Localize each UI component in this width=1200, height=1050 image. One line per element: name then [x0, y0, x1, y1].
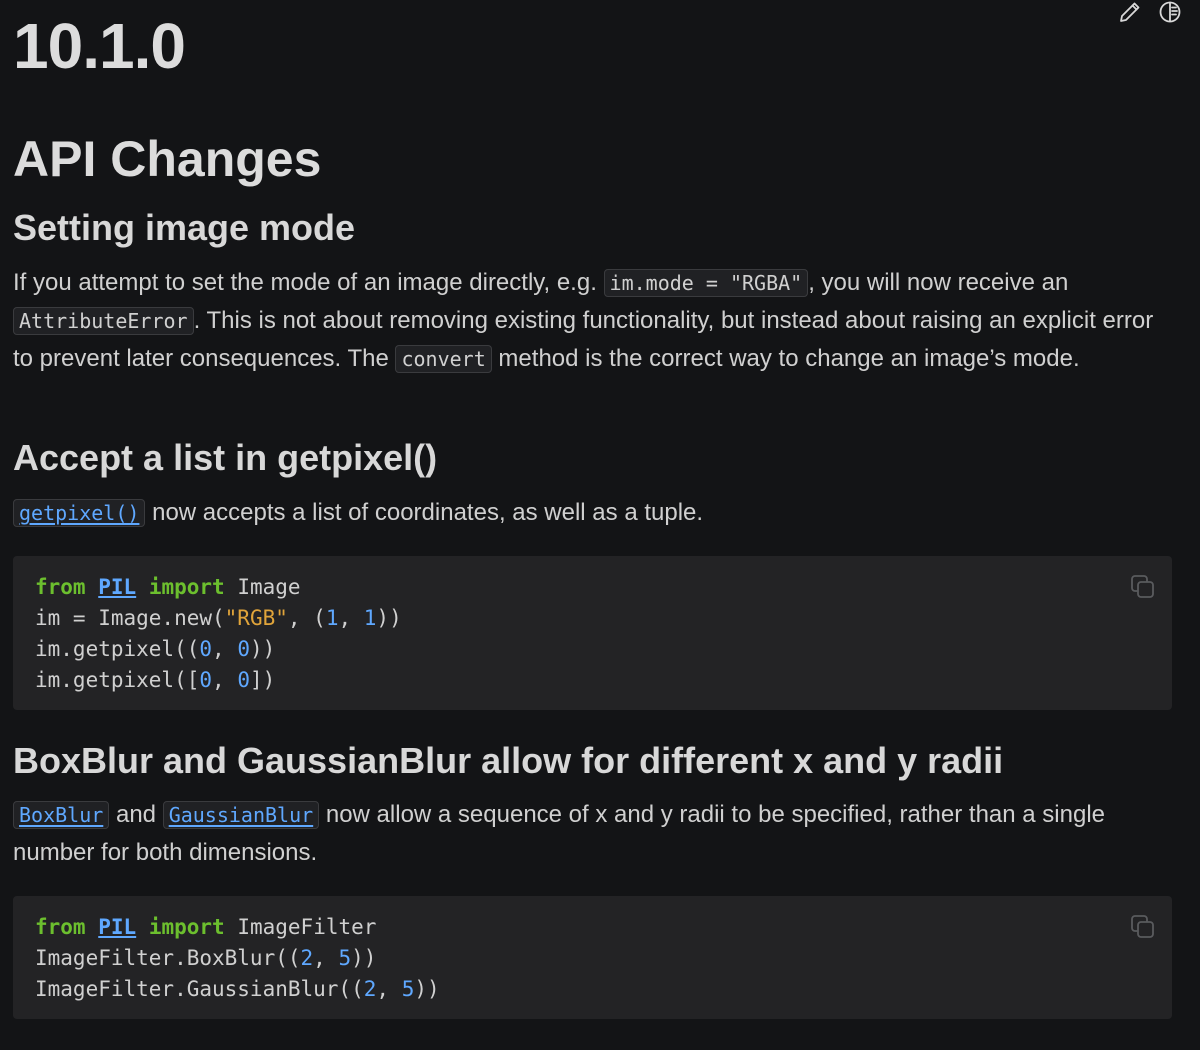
- number: 1: [325, 606, 339, 630]
- blur-paragraph: BoxBlur and GaussianBlur now allow a seq…: [13, 796, 1173, 872]
- keyword: import: [148, 915, 225, 939]
- keyword: from: [35, 575, 86, 599]
- code: Image: [224, 575, 301, 599]
- number: 0: [199, 637, 213, 661]
- contents-circle-icon[interactable]: [1158, 0, 1182, 24]
- link-boxblur[interactable]: BoxBlur: [13, 801, 110, 829]
- text: and: [109, 801, 163, 828]
- code: im = Image.new(: [35, 606, 225, 630]
- top-toolbar: [1118, 0, 1182, 24]
- code-block-blur: from PIL import ImageFilter ImageFilter.…: [13, 896, 1172, 1019]
- keyword: from: [35, 915, 86, 939]
- module-link[interactable]: PIL: [98, 915, 136, 939]
- code: )): [249, 637, 276, 661]
- pencil-icon[interactable]: [1118, 0, 1142, 24]
- inline-code-im-mode: im.mode = "RGBA": [603, 269, 809, 297]
- inline-code-convert: convert: [395, 345, 492, 373]
- code-block-getpixel: from PIL import Image im = Image.new("RG…: [13, 556, 1172, 710]
- code: im.getpixel([: [35, 668, 200, 692]
- code: ,: [338, 606, 364, 630]
- module-link[interactable]: PIL: [98, 575, 136, 599]
- text: now accepts a list of coordinates, as we…: [145, 499, 704, 526]
- getpixel-paragraph: getpixel() now accepts a list of coordin…: [13, 494, 1173, 532]
- text: method is the correct way to change an i…: [491, 345, 1080, 372]
- code: ImageFilter.GaussianBlur((: [35, 977, 364, 1001]
- number: 2: [300, 946, 314, 970]
- code: ,: [313, 946, 339, 970]
- number: 2: [363, 977, 377, 1001]
- number: 0: [237, 637, 250, 661]
- version-title: 10.1.0: [13, 10, 186, 82]
- code: ImageFilter: [224, 915, 377, 939]
- code: ,: [212, 668, 238, 692]
- section-title: API Changes: [13, 131, 322, 187]
- heading-blur: BoxBlur and GaussianBlur allow for diffe…: [13, 740, 1004, 781]
- number: 0: [199, 668, 213, 692]
- docs-page: 10.1.0 API Changes Setting image mode If…: [0, 0, 1200, 1050]
- code: ]): [249, 668, 276, 692]
- code: , (: [287, 606, 326, 630]
- text: If you attempt to set the mode of an ima…: [13, 269, 604, 296]
- code: im.getpixel((: [35, 637, 200, 661]
- code: ,: [376, 977, 402, 1001]
- link-getpixel[interactable]: getpixel(): [13, 499, 146, 527]
- code: )): [414, 977, 440, 1001]
- code-text: from PIL import Image im = Image.new("RG…: [35, 572, 402, 696]
- number: 0: [237, 668, 250, 692]
- setting-mode-paragraph: If you attempt to set the mode of an ima…: [13, 264, 1173, 378]
- string: "RGB": [224, 606, 288, 630]
- heading-setting-image-mode: Setting image mode: [13, 207, 356, 248]
- number: 5: [401, 977, 415, 1001]
- code: ImageFilter.BoxBlur((: [35, 946, 301, 970]
- number: 5: [338, 946, 352, 970]
- link-gaussianblur[interactable]: GaussianBlur: [162, 801, 320, 829]
- heading-getpixel: Accept a list in getpixel(): [13, 437, 438, 478]
- keyword: import: [148, 575, 225, 599]
- copy-icon[interactable]: [1130, 574, 1156, 605]
- inline-code-attributeerror: AttributeError: [13, 307, 194, 335]
- number: 1: [363, 606, 377, 630]
- code: ,: [212, 637, 238, 661]
- copy-icon[interactable]: [1130, 914, 1156, 945]
- code-text: from PIL import ImageFilter ImageFilter.…: [35, 912, 440, 1005]
- text: , you will now receive an: [808, 269, 1069, 296]
- code: )): [351, 946, 377, 970]
- code: )): [376, 606, 402, 630]
